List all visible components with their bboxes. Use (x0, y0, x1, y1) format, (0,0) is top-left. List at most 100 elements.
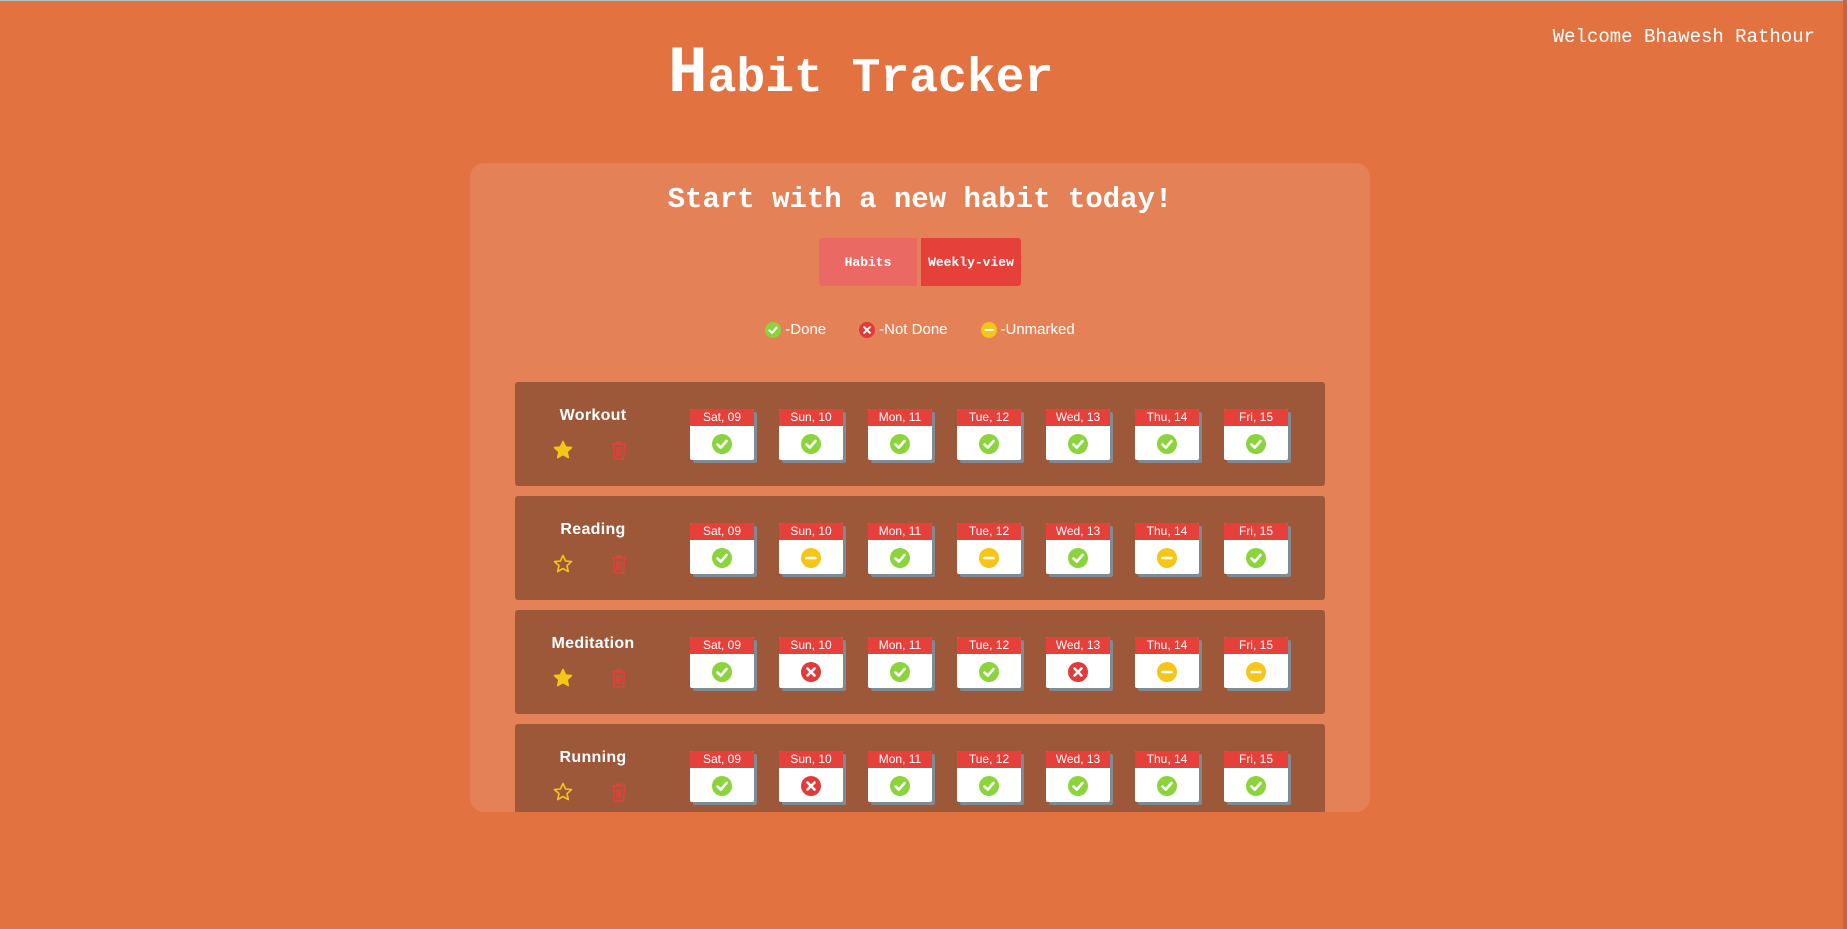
check-circle-icon (890, 662, 910, 682)
day-label: Sun, 10 (779, 751, 843, 768)
day-label: Sat, 09 (690, 637, 754, 654)
habit-row: Meditation Sat, 09 Sun, 10 Mon, 11 Tue, 12 We… (515, 610, 1325, 714)
check-circle-icon (712, 434, 732, 454)
day-cell[interactable]: Fri, 15 (1224, 409, 1288, 460)
day-label: Sun, 10 (779, 523, 843, 540)
favorite-star-button[interactable] (553, 668, 573, 688)
day-cell[interactable]: Sat, 09 (690, 523, 754, 574)
day-label: Mon, 11 (868, 523, 932, 540)
legend-not-done: -Not Done (859, 321, 948, 338)
favorite-star-button[interactable] (553, 440, 573, 460)
check-circle-icon (1068, 776, 1088, 796)
habit-name: Reading (560, 521, 626, 538)
x-circle-icon (1068, 662, 1088, 682)
day-label: Tue, 12 (957, 409, 1021, 426)
day-cell[interactable]: Sun, 10 (779, 751, 843, 802)
legend-done: -Done (765, 321, 826, 338)
day-label: Sat, 09 (690, 409, 754, 426)
day-cell[interactable]: Sat, 09 (690, 409, 754, 460)
delete-habit-button[interactable] (610, 440, 628, 460)
habit-row: Running Sat, 09 Sun, 10 Mon, 11 Tue, 12 Wed, … (515, 724, 1325, 812)
delete-habit-button[interactable] (610, 668, 628, 688)
day-cell[interactable]: Thu, 14 (1135, 523, 1199, 574)
day-cell[interactable]: Sun, 10 (779, 637, 843, 688)
day-cell[interactable]: Thu, 14 (1135, 409, 1199, 460)
day-cell[interactable]: Thu, 14 (1135, 637, 1199, 688)
day-cell[interactable]: Sat, 09 (690, 751, 754, 802)
habit-list: Workout Sat, 09 Sun, 10 Mon, 11 Tue, 12 Wed, … (515, 382, 1325, 812)
day-label: Thu, 14 (1135, 523, 1199, 540)
legend-unmarked-label: -Unmarked (1000, 321, 1075, 338)
check-circle-icon (1246, 434, 1266, 454)
tab-habits[interactable]: Habits (819, 238, 917, 286)
minus-circle-icon (979, 548, 999, 568)
check-circle-icon (765, 321, 782, 338)
day-label: Thu, 14 (1135, 637, 1199, 654)
day-cell[interactable]: Sun, 10 (779, 409, 843, 460)
day-label: Tue, 12 (957, 751, 1021, 768)
trash-icon (612, 441, 626, 460)
favorite-star-button[interactable] (553, 554, 573, 574)
check-circle-icon (1068, 434, 1088, 454)
day-cell[interactable]: Tue, 12 (957, 523, 1021, 574)
day-cell[interactable]: Mon, 11 (868, 637, 932, 688)
day-label: Wed, 13 (1046, 523, 1110, 540)
delete-habit-button[interactable] (610, 782, 628, 802)
day-label: Tue, 12 (957, 637, 1021, 654)
check-circle-icon (712, 548, 732, 568)
check-circle-icon (890, 434, 910, 454)
day-cell[interactable]: Fri, 15 (1224, 523, 1288, 574)
day-cell[interactable]: Wed, 13 (1046, 637, 1110, 688)
day-label: Mon, 11 (868, 637, 932, 654)
day-cell[interactable]: Mon, 11 (868, 523, 932, 574)
day-cell[interactable]: Thu, 14 (1135, 751, 1199, 802)
day-cell[interactable]: Tue, 12 (957, 409, 1021, 460)
check-circle-icon (712, 776, 732, 796)
day-cell[interactable]: Wed, 13 (1046, 523, 1110, 574)
favorite-star-button[interactable] (553, 782, 573, 802)
day-cell[interactable]: Sat, 09 (690, 637, 754, 688)
tab-weekly-view[interactable]: Weekly-view (921, 238, 1021, 286)
day-cell[interactable]: Sun, 10 (779, 523, 843, 574)
day-label: Fri, 15 (1224, 409, 1288, 426)
day-label: Tue, 12 (957, 523, 1021, 540)
habit-name: Workout (559, 407, 627, 424)
day-label: Sun, 10 (779, 637, 843, 654)
habit-name: Running (559, 749, 627, 766)
minus-circle-icon (980, 321, 997, 338)
star-icon (553, 668, 573, 687)
page-title: Habit Tracker (668, 36, 1053, 111)
star-icon (553, 554, 573, 573)
page-title-initial: H (668, 36, 708, 111)
welcome-text: Welcome Bhawesh Rathour (1552, 26, 1815, 48)
day-cell[interactable]: Fri, 15 (1224, 637, 1288, 688)
trash-icon (612, 555, 626, 574)
x-circle-icon (801, 776, 821, 796)
minus-circle-icon (801, 548, 821, 568)
day-label: Wed, 13 (1046, 409, 1110, 426)
minus-circle-icon (1157, 662, 1177, 682)
check-circle-icon (1068, 548, 1088, 568)
habit-row: Workout Sat, 09 Sun, 10 Mon, 11 Tue, 12 Wed, … (515, 382, 1325, 486)
day-label: Mon, 11 (868, 409, 932, 426)
subtitle: Start with a new habit today! (667, 183, 1173, 216)
day-label: Sat, 09 (690, 751, 754, 768)
legend-unmarked: -Unmarked (980, 321, 1075, 338)
day-cell[interactable]: Mon, 11 (868, 409, 932, 460)
check-circle-icon (1157, 434, 1177, 454)
day-cell[interactable]: Fri, 15 (1224, 751, 1288, 802)
trash-icon (612, 669, 626, 688)
day-label: Fri, 15 (1224, 751, 1288, 768)
day-cell[interactable]: Mon, 11 (868, 751, 932, 802)
check-circle-icon (979, 776, 999, 796)
day-cell[interactable]: Tue, 12 (957, 637, 1021, 688)
x-circle-icon (859, 321, 876, 338)
day-label: Sun, 10 (779, 409, 843, 426)
delete-habit-button[interactable] (610, 554, 628, 574)
day-cell[interactable]: Wed, 13 (1046, 409, 1110, 460)
window-top-border (0, 0, 1847, 1)
day-cell[interactable]: Tue, 12 (957, 751, 1021, 802)
day-cell[interactable]: Wed, 13 (1046, 751, 1110, 802)
habit-row: Reading Sat, 09 Sun, 10 Mon, 11 Tue, 12 Wed, … (515, 496, 1325, 600)
day-label: Thu, 14 (1135, 751, 1199, 768)
